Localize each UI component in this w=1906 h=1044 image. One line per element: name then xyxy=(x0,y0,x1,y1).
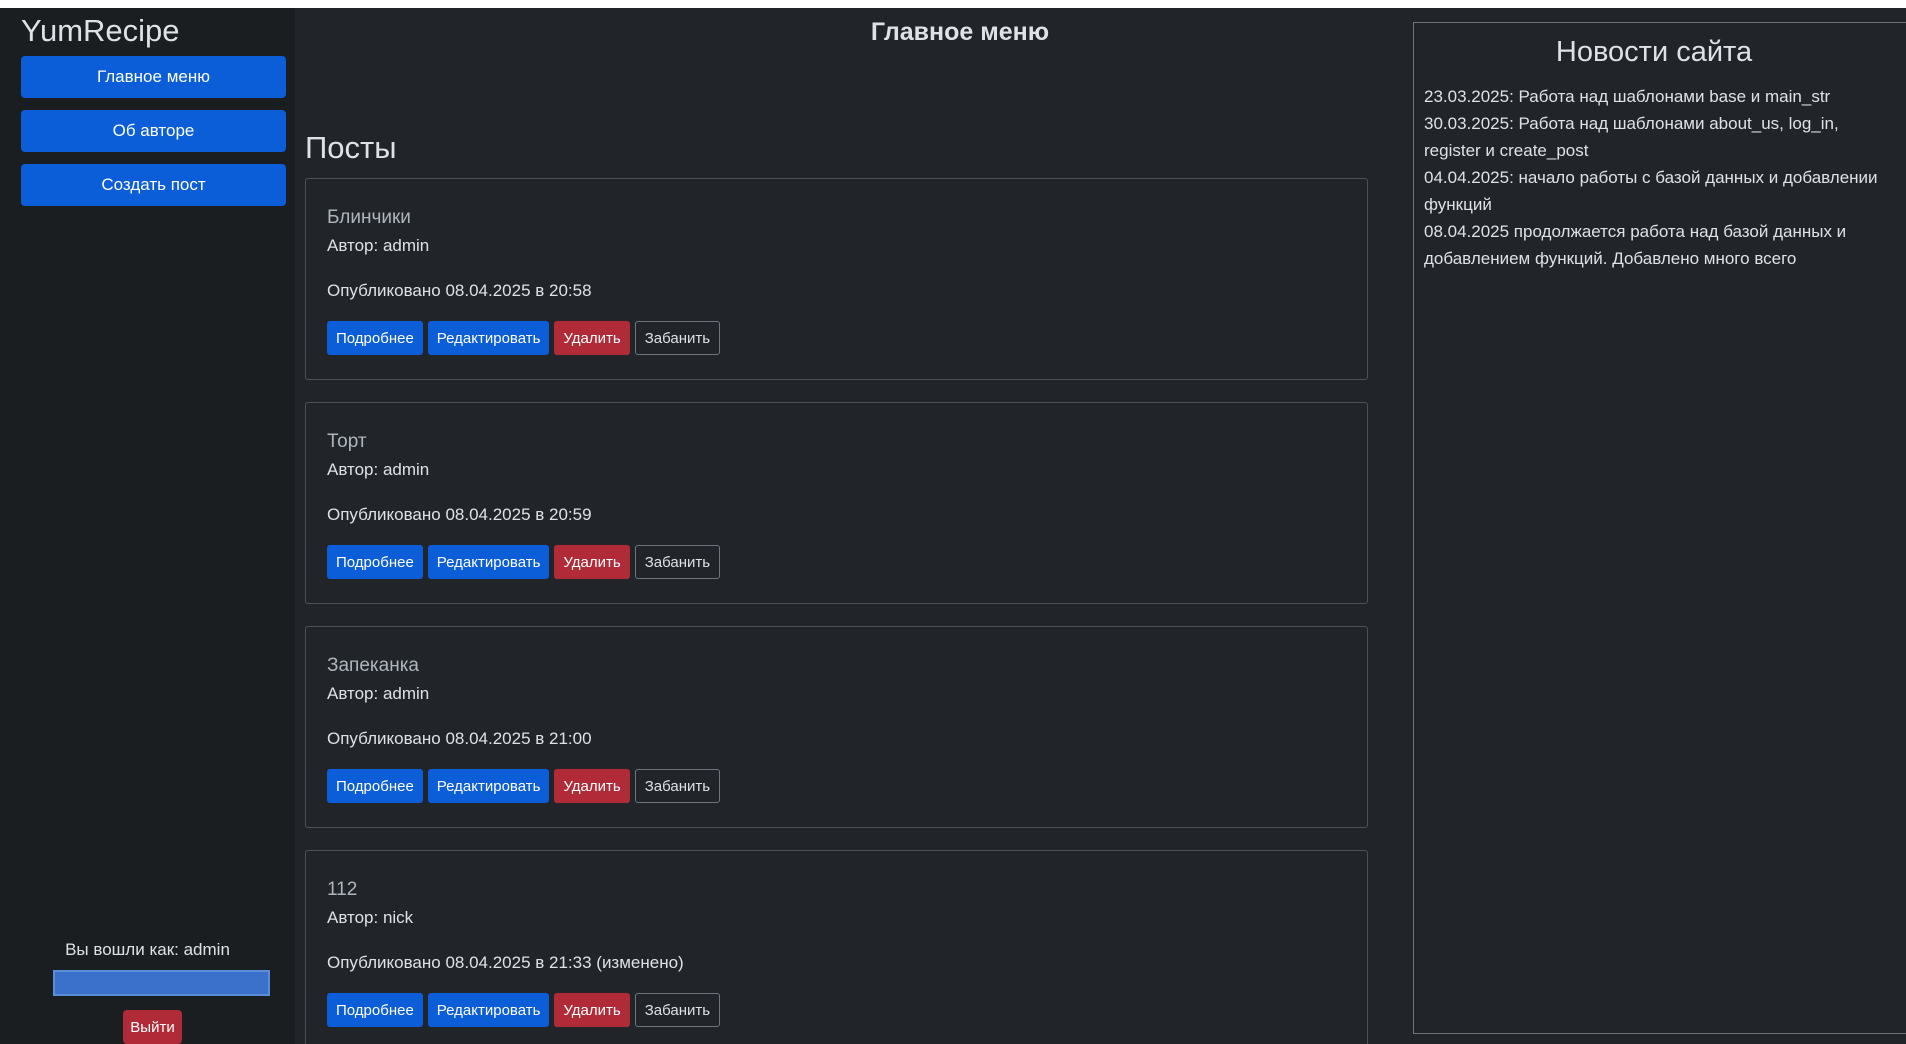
post-title: 112 xyxy=(327,879,358,900)
logged-in-user: Вы вошли как: admin xyxy=(65,940,230,959)
news-item: 23.03.2025: Работа над шаблонами base и … xyxy=(1424,87,1831,106)
news-item: 04.04.2025: начало работы с базой данных… xyxy=(1424,168,1878,214)
post-title: Торт xyxy=(327,431,367,452)
post-card: Торт Автор: admin Опубликовано 08.04.202… xyxy=(305,402,1368,604)
news-list: 23.03.2025: Работа над шаблонами base и … xyxy=(1424,83,1889,272)
news-item: 30.03.2025: Работа над шаблонами about_u… xyxy=(1424,114,1839,160)
news-panel: Новости сайта 23.03.2025: Работа над шаб… xyxy=(1413,22,1906,1034)
post-title: Запеканка xyxy=(327,655,419,676)
post-date: Опубликовано 08.04.2025 в 20:59 xyxy=(327,505,592,524)
details-button[interactable]: Подробнее xyxy=(327,993,423,1027)
redacted-block xyxy=(53,970,270,996)
nav-button-create-post[interactable]: Создать пост xyxy=(21,164,286,206)
post-author: Автор: nick xyxy=(327,908,414,927)
post-author: Автор: admin xyxy=(327,236,430,255)
details-button[interactable]: Подробнее xyxy=(327,769,423,803)
browser-top-strip xyxy=(0,0,1906,8)
ban-button[interactable]: Забанить xyxy=(634,993,721,1027)
logout-button[interactable]: Выйти xyxy=(123,1010,182,1044)
post-author: Автор: admin xyxy=(327,460,430,479)
posts-heading: Посты xyxy=(305,130,397,165)
edit-button[interactable]: Редактировать xyxy=(427,769,550,803)
site-brand: YumRecipe xyxy=(21,13,180,48)
details-button[interactable]: Подробнее xyxy=(327,321,423,355)
sidebar: YumRecipe Главное меню Об авторе Создать… xyxy=(0,8,295,1044)
edit-button[interactable]: Редактировать xyxy=(427,993,550,1027)
post-actions: Подробнее Редактировать Удалить Забанить xyxy=(327,321,721,355)
delete-button[interactable]: Удалить xyxy=(554,769,630,803)
ban-button[interactable]: Забанить xyxy=(634,769,721,803)
post-author: Автор: admin xyxy=(327,684,430,703)
post-actions: Подробнее Редактировать Удалить Забанить xyxy=(327,769,721,803)
delete-button[interactable]: Удалить xyxy=(554,993,630,1027)
post-card: 112 Автор: nick Опубликовано 08.04.2025 … xyxy=(305,850,1368,1044)
nav-button-main-menu[interactable]: Главное меню xyxy=(21,56,286,98)
post-actions: Подробнее Редактировать Удалить Забанить xyxy=(327,545,721,579)
post-actions: Подробнее Редактировать Удалить Забанить xyxy=(327,993,721,1027)
post-card: Запеканка Автор: admin Опубликовано 08.0… xyxy=(305,626,1368,828)
edit-button[interactable]: Редактировать xyxy=(427,321,550,355)
post-date: Опубликовано 08.04.2025 в 20:58 xyxy=(327,281,592,300)
news-item: 08.04.2025 продолжается работа над базой… xyxy=(1424,222,1847,268)
nav-button-about[interactable]: Об авторе xyxy=(21,110,286,152)
delete-button[interactable]: Удалить xyxy=(554,545,630,579)
edit-button[interactable]: Редактировать xyxy=(427,545,550,579)
delete-button[interactable]: Удалить xyxy=(554,321,630,355)
post-date: Опубликовано 08.04.2025 в 21:33 (изменен… xyxy=(327,953,684,972)
news-title: Новости сайта xyxy=(1555,36,1753,68)
details-button[interactable]: Подробнее xyxy=(327,545,423,579)
ban-button[interactable]: Забанить xyxy=(634,545,721,579)
post-title: Блинчики xyxy=(327,207,411,228)
post-card: Блинчики Автор: admin Опубликовано 08.04… xyxy=(305,178,1368,380)
ban-button[interactable]: Забанить xyxy=(634,321,721,355)
post-date: Опубликовано 08.04.2025 в 21:00 xyxy=(327,729,592,748)
